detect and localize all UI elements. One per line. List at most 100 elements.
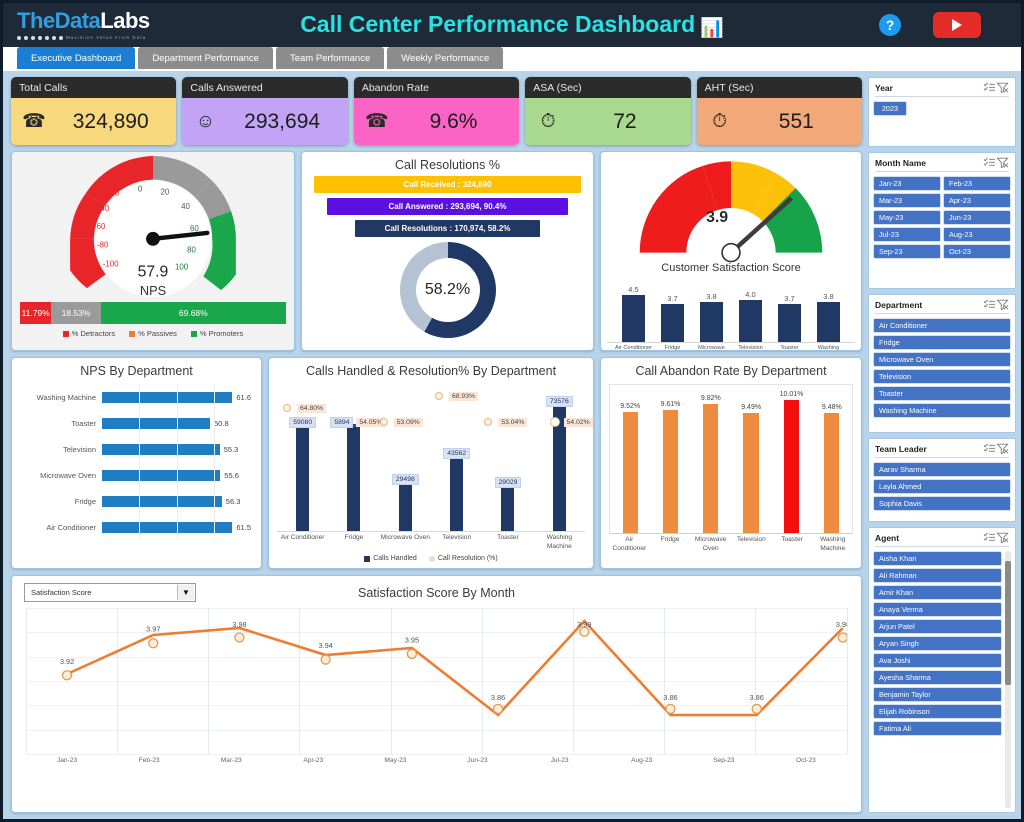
- nps-by-department-title: NPS By Department: [80, 364, 193, 378]
- kpi-title: AHT (Sec): [696, 77, 863, 98]
- bar-value: 55.3: [223, 444, 239, 454]
- slicer-item-agent[interactable]: Ava Joshi: [873, 653, 1002, 668]
- svg-text:-100: -100: [103, 259, 119, 268]
- slicer-items: Jan-23 Feb-23 Mar-23 Apr-23 May-23 Jun-2…: [873, 176, 1011, 259]
- slicer-items: Air Conditioner Fridge Microwave Oven Te…: [873, 318, 1011, 418]
- slicer-item-agent[interactable]: Ali Rahman: [873, 568, 1002, 583]
- slicer-item-agent[interactable]: Amir Khan: [873, 585, 1002, 600]
- combo-category-labels: Air Conditioner Fridge Microwave Oven Te…: [277, 534, 585, 551]
- slicer-item-month[interactable]: Sep-23: [873, 244, 941, 259]
- slicer-item-department[interactable]: Television: [873, 369, 1011, 384]
- agent-scrollbar[interactable]: [1005, 551, 1011, 808]
- nps-segment-promoters: 69.68%: [100, 302, 286, 324]
- slicer-item-department[interactable]: Microwave Oven: [873, 352, 1011, 367]
- agent-scrollbar-thumb[interactable]: [1005, 561, 1011, 685]
- bar-label: Washing Machine: [36, 392, 96, 402]
- slicer-panel: Year 2023 Month Name Jan-23 Feb-23 Mar-2…: [868, 77, 1016, 813]
- chevron-down-icon[interactable]: ▼: [177, 585, 194, 600]
- abandon-category-labels: Air Conditioner Fridge Microwave Oven Te…: [609, 536, 853, 553]
- clear-filter-icon[interactable]: [996, 443, 1009, 454]
- help-icon[interactable]: ?: [879, 14, 901, 36]
- clear-filter-icon[interactable]: [996, 157, 1009, 168]
- slicer-item-agent[interactable]: Fatima Ali: [873, 721, 1002, 736]
- combo-col: 5894 54.05%: [328, 382, 386, 531]
- multi-select-icon[interactable]: [983, 443, 996, 454]
- svg-text:-60: -60: [94, 222, 106, 231]
- slicer-item-agent[interactable]: Elijah Robinson: [873, 704, 1002, 719]
- abandon-rate-panel: Call Abandon Rate By Department 9.52% 9.…: [600, 357, 862, 569]
- slicer-item-month[interactable]: Jun-23: [943, 210, 1011, 225]
- abandon-category: Washing Machine: [819, 536, 846, 552]
- clear-filter-icon[interactable]: [996, 299, 1009, 310]
- call-resolutions-funnel: Call Received : 324,890 Call Answered : …: [302, 172, 593, 237]
- slicer-item-department[interactable]: Washing Machine: [873, 403, 1011, 418]
- slicer-item-month[interactable]: Jul-23: [873, 227, 941, 242]
- slicer-item-department[interactable]: Air Conditioner: [873, 318, 1011, 333]
- abandon-col: 9.48%: [812, 385, 852, 533]
- bar-label: Microwave Oven: [40, 470, 96, 480]
- youtube-icon[interactable]: [933, 12, 981, 38]
- slicer-item-2023[interactable]: 2023: [873, 101, 907, 116]
- csat-bar-value: 3.7: [784, 294, 795, 304]
- slicer-item-agent[interactable]: Arjun Patel: [873, 619, 1002, 634]
- bar-label: Fridge: [74, 496, 96, 506]
- slicer-item-month[interactable]: May-23: [873, 210, 941, 225]
- tab-team-performance[interactable]: Team Performance: [275, 47, 385, 69]
- abandon-category: Microwave Oven: [694, 536, 727, 552]
- slicer-item-department[interactable]: Fridge: [873, 335, 1011, 350]
- slicer-item-month[interactable]: Aug-23: [943, 227, 1011, 242]
- slicer-item-agent[interactable]: Aisha Khan: [873, 551, 1002, 566]
- slicer-item-month[interactable]: Oct-23: [943, 244, 1011, 259]
- line-category: Jul-23: [550, 757, 569, 764]
- point-label: 3.92: [60, 657, 74, 666]
- chart-row-item: Toaster 50.8: [18, 410, 251, 436]
- csat-bar-col: 3.7: [654, 277, 691, 342]
- point-label: 3.95: [405, 635, 419, 644]
- bar-value: 9.48%: [821, 404, 842, 412]
- slicer-item-month[interactable]: Apr-23: [943, 193, 1011, 208]
- csat-bar-col: 4.5: [615, 277, 652, 342]
- resolution-donut-value: 58.2%: [424, 281, 471, 298]
- tab-weekly-performance[interactable]: Weekly Performance: [387, 47, 504, 69]
- clear-filter-icon[interactable]: [996, 532, 1009, 543]
- line-category: Sep-23: [713, 757, 735, 764]
- slicer-item-month[interactable]: Feb-23: [943, 176, 1011, 191]
- logo-accent-text: Labs: [100, 8, 150, 33]
- resolution-marker: [283, 403, 291, 412]
- clear-filter-icon[interactable]: [996, 82, 1009, 93]
- bottom-row: Satisfaction Score ▼ Satisfaction Score …: [11, 575, 862, 813]
- phone-handset-icon: ☎: [22, 111, 46, 132]
- multi-select-icon[interactable]: [983, 157, 996, 168]
- agent-headset-icon: ☺: [195, 110, 216, 132]
- multi-select-icon[interactable]: [983, 82, 996, 93]
- bar-value: 9.82%: [700, 395, 721, 403]
- tab-executive-dashboard[interactable]: Executive Dashboard: [17, 47, 136, 69]
- slicer-item-agent[interactable]: Ayesha Sharma: [873, 670, 1002, 685]
- slicer-item-team-leader[interactable]: Sophia Davis: [873, 496, 1011, 511]
- slicer-item-team-leader[interactable]: Aarav Sharma: [873, 462, 1011, 477]
- point-label: 3.86: [750, 693, 764, 702]
- line-chart-header: Satisfaction Score ▼ Satisfaction Score …: [12, 576, 861, 602]
- slicer-item-department[interactable]: Toaster: [873, 386, 1011, 401]
- slicer-title: Month Name: [875, 157, 926, 168]
- slicer-item-month[interactable]: Mar-23: [873, 193, 941, 208]
- slicer-item-month[interactable]: Jan-23: [873, 176, 941, 191]
- slicer-item-agent[interactable]: Anaya Verma: [873, 602, 1002, 617]
- combo-category: Microwave Oven: [380, 534, 430, 541]
- multi-select-icon[interactable]: [983, 299, 996, 310]
- measure-select[interactable]: Satisfaction Score ▼: [24, 583, 196, 602]
- slicer-header: Agent: [873, 531, 1011, 546]
- tab-department-performance[interactable]: Department Performance: [138, 47, 273, 69]
- csat-category-labels: Air Conditioner Fridge Microwave Oven Te…: [607, 345, 855, 351]
- line-category: Jan-23: [56, 757, 78, 764]
- dashboard-main: Total Calls ☎ 324,890 Calls Answered ☺ 2…: [11, 77, 863, 813]
- slicer-item-agent[interactable]: Benjamin Taylor: [873, 687, 1002, 702]
- chart-row-item: Washing Machine 61.6: [18, 384, 251, 410]
- svg-text:40: 40: [181, 202, 190, 211]
- slicer-title: Agent: [875, 532, 900, 543]
- multi-select-icon[interactable]: [983, 532, 996, 543]
- slicer-item-agent[interactable]: Aryan Singh: [873, 636, 1002, 651]
- line-category: Aug-23: [631, 757, 653, 764]
- slicer-item-team-leader[interactable]: Layla Ahmed: [873, 479, 1011, 494]
- csat-category: Television: [738, 345, 763, 351]
